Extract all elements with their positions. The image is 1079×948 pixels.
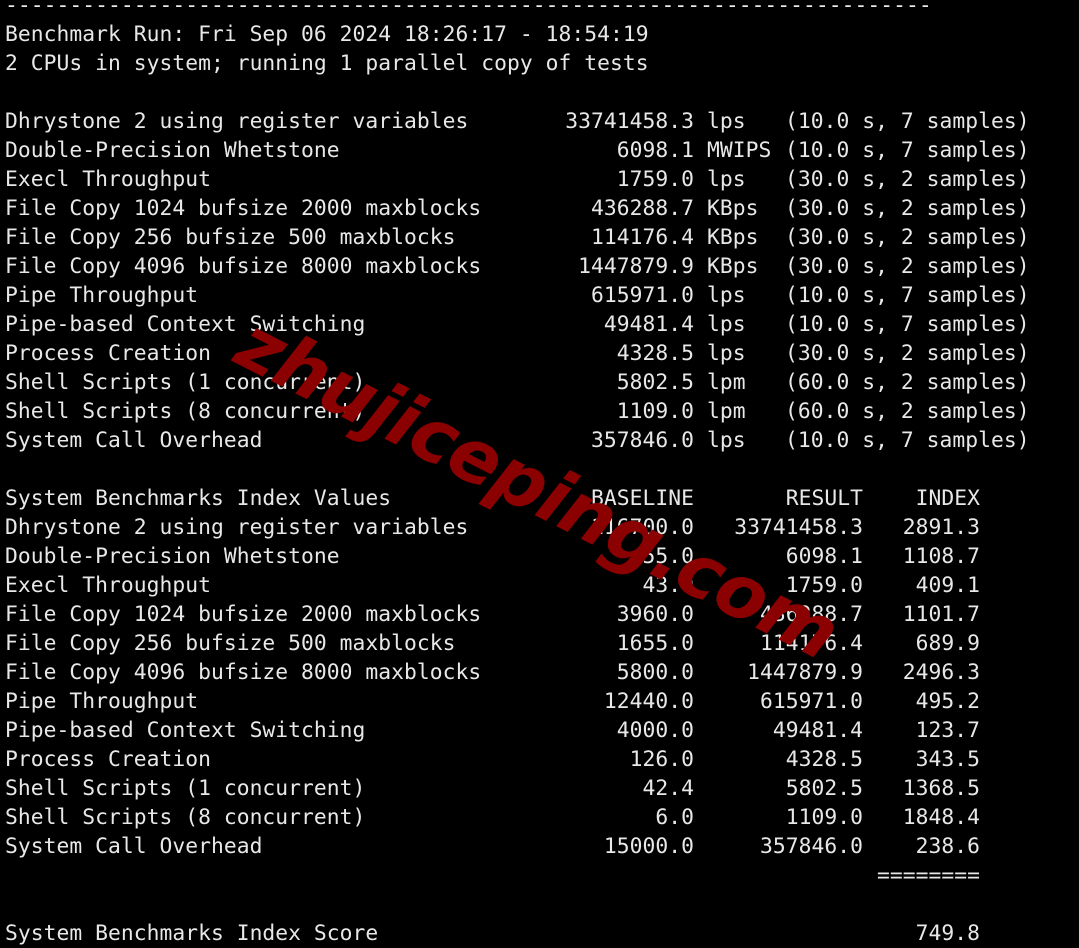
test-value: 615971.0: [591, 283, 694, 308]
test-value: 357846.0: [591, 428, 694, 453]
test-detail: (30.0 s, 2 samples): [785, 225, 1030, 250]
test-detail: (30.0 s, 2 samples): [785, 254, 1030, 279]
test-detail: (10.0 s, 7 samples): [785, 428, 1030, 453]
test-detail: (30.0 s, 2 samples): [785, 341, 1030, 366]
total-rule: ========: [877, 863, 980, 888]
index-value: 1848.4: [902, 805, 980, 830]
test-detail: (10.0 s, 7 samples): [785, 312, 1030, 337]
test-value: 1447879.9: [578, 254, 694, 279]
test-unit: lps: [707, 167, 746, 192]
index-value: 689.9: [915, 631, 980, 656]
test-unit: KBps: [707, 254, 759, 279]
test-value: 33741458.3: [565, 109, 694, 134]
test-value: 1109.0: [616, 399, 694, 424]
test-value: 114176.4: [591, 225, 694, 250]
test-unit: lps: [707, 283, 746, 308]
test-detail: (60.0 s, 2 samples): [785, 370, 1030, 395]
index-value: 495.2: [915, 689, 980, 714]
index-value: 343.5: [915, 747, 980, 772]
test-value: 6098.1: [616, 138, 694, 163]
test-value: 4328.5: [616, 341, 694, 366]
index-value: 238.6: [915, 834, 980, 859]
test-value: 1759.0: [616, 167, 694, 192]
index-value: 2891.3: [902, 515, 980, 540]
test-unit: lps: [707, 312, 746, 337]
index-value: 123.7: [915, 718, 980, 743]
index-value: 1101.7: [902, 602, 980, 627]
separator: ----------------------------------------…: [5, 0, 932, 18]
test-unit: KBps: [707, 225, 759, 250]
run-info: Benchmark Run: Fri Sep 06 2024 18:26:17 …: [5, 22, 649, 47]
test-detail: (30.0 s, 2 samples): [785, 196, 1030, 221]
index-value: 1108.7: [902, 544, 980, 569]
test-unit: lps: [707, 109, 746, 134]
test-unit: lps: [707, 428, 746, 453]
test-value: 436288.7: [591, 196, 694, 221]
score-value: 749.8: [915, 921, 980, 946]
test-detail: (30.0 s, 2 samples): [785, 167, 1030, 192]
test-detail: (10.0 s, 7 samples): [785, 283, 1030, 308]
test-unit: MWIPS: [707, 138, 772, 163]
test-detail: (10.0 s, 7 samples): [785, 109, 1030, 134]
index-value: 409.1: [915, 573, 980, 598]
cpu-info: 2 CPUs in system; running 1 parallel cop…: [5, 51, 649, 76]
test-unit: lps: [707, 341, 746, 366]
test-value: 5802.5: [616, 370, 694, 395]
test-value: 49481.4: [603, 312, 694, 337]
test-unit: lpm: [707, 370, 746, 395]
test-unit: KBps: [707, 196, 759, 221]
index-header: INDEX: [915, 486, 980, 511]
test-detail: (10.0 s, 7 samples): [785, 138, 1030, 163]
test-unit: lpm: [707, 399, 746, 424]
index-value: 2496.3: [902, 660, 980, 685]
test-detail: (60.0 s, 2 samples): [785, 399, 1030, 424]
index-value: 1368.5: [902, 776, 980, 801]
